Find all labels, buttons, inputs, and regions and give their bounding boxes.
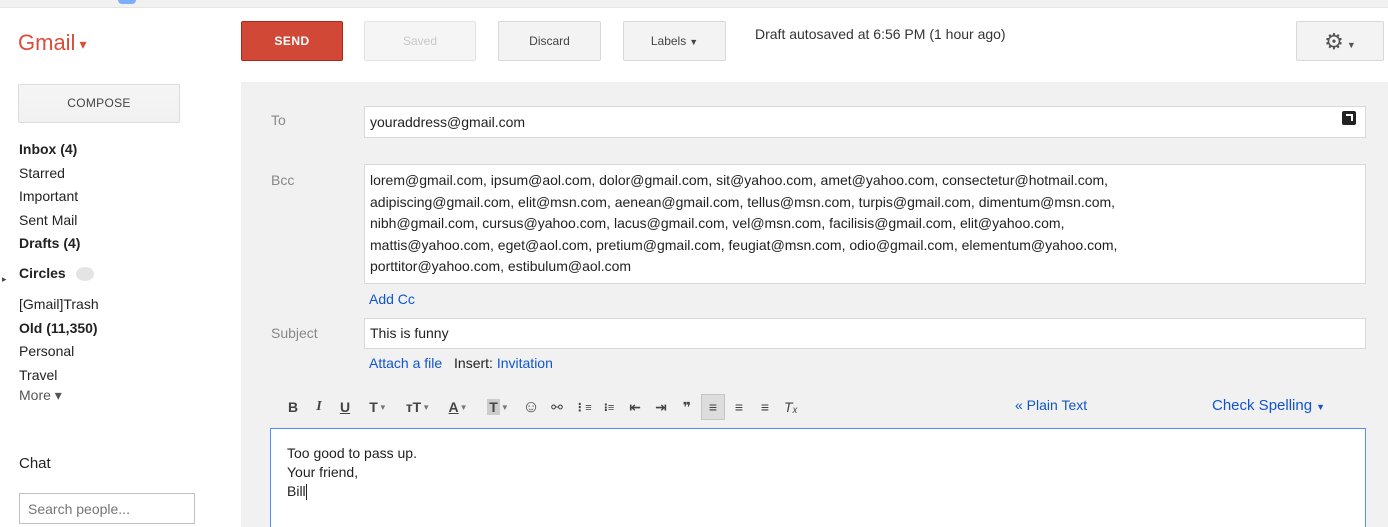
insert-label: Insert: [454,355,493,371]
popout-icon[interactable] [1342,111,1356,125]
to-label: To [271,112,286,128]
add-cc-link[interactable]: Add Cc [369,291,415,307]
formatting-toolbar: B I U T ▼ тT ▼ A ▼ T ▼ ☺ ⚯ ⋮≡ ⁝≡ ⇤ ⇥ ❞ ≡ ≡ ≡… [281,392,805,422]
to-field[interactable]: youraddress@gmail.com [364,106,1366,138]
chevron-down-icon: ▼ [1346,40,1356,50]
gear-icon: ⚙ [1324,29,1344,55]
emoji-icon[interactable]: ☺ [519,394,543,420]
link-icon[interactable]: ⚯ [545,394,569,420]
sidebar-item-important[interactable]: Important [19,185,99,209]
top-bar [0,0,1388,8]
chevron-down-icon: ▼ [500,402,509,412]
sidebar-nav: Inbox (4) Starred Important Sent Mail Dr… [2,138,99,403]
body-text: Bill [287,483,306,499]
circles-icon [75,266,94,281]
labels-label: Labels [650,34,687,48]
bcc-line: adipiscing@gmail.com, elit@msn.com, aene… [370,193,1116,210]
subject-field[interactable]: This is funny [364,318,1366,349]
body-line: Bill [287,482,1349,501]
chevron-down-icon: ▾ [79,35,87,52]
bcc-line: porttitor@yahoo.com, estibulum@aol.com [370,258,632,274]
attach-row: Attach a file Insert: Invitation [369,355,553,371]
sidebar-item-personal[interactable]: Personal [19,340,99,364]
align-left-icon[interactable]: ≡ [701,394,725,420]
font-icon: T [369,399,378,415]
sidebar-item-label: Circles [19,264,66,281]
font-family-button[interactable]: T ▼ [359,394,397,420]
sidebar-item-inbox[interactable]: Inbox (4) [19,138,99,162]
chevron-down-icon: ▼ [378,402,387,412]
underline-icon[interactable]: U [333,394,357,420]
subject-label: Subject [271,325,318,341]
sidebar-item-more[interactable]: More ▾ [19,387,99,403]
align-center-icon[interactable]: ≡ [727,394,751,420]
chat-heading: Chat [19,455,51,472]
check-spelling-button[interactable]: Check Spelling ▼ [1212,397,1325,414]
bold-icon[interactable]: B [281,394,305,420]
settings-button[interactable]: ⚙ ▼ [1296,21,1384,61]
chevron-down-icon: ▼ [689,37,699,47]
check-spelling-label: Check Spelling [1212,397,1313,414]
insert-invitation-link[interactable]: Invitation [497,355,553,371]
bcc-line: lorem@gmail.com, ipsum@aol.com, dolor@gm… [370,172,1109,188]
app-logo: Gmail [18,30,76,55]
bcc-line: mattis@yahoo.com, eget@aol.com, pretium@… [370,236,1118,253]
italic-icon[interactable]: I [307,394,331,420]
sidebar-item-starred[interactable]: Starred [19,162,99,186]
sidebar-item-travel[interactable]: Travel [19,364,99,388]
sidebar-item-sent[interactable]: Sent Mail [19,209,99,233]
account-indicator [118,0,136,4]
sidebar-item-drafts[interactable]: Drafts (4) [19,232,99,256]
attach-file-link[interactable]: Attach a file [369,355,442,371]
indent-icon[interactable]: ⇥ [649,394,673,420]
sidebar-item-trash[interactable]: [Gmail]Trash [19,293,99,317]
text-color-button[interactable]: A ▼ [439,394,477,420]
bcc-field[interactable]: lorem@gmail.com, ipsum@aol.com, dolor@gm… [364,164,1366,284]
body-line: Too good to pass up. [287,445,417,461]
message-body[interactable]: Too good to pass up. Your friend, Bill [270,428,1366,527]
chevron-down-icon: ▼ [459,402,468,412]
bulleted-list-icon[interactable]: ⁝≡ [597,394,621,420]
bcc-label: Bcc [271,172,295,188]
saved-button[interactable]: Saved [364,21,476,61]
autosave-status: Draft autosaved at 6:56 PM (1 hour ago) [755,26,1006,42]
plain-text-link[interactable]: « Plain Text [1015,397,1087,413]
highlight-icon: T [487,399,500,415]
highlight-button[interactable]: T ▼ [479,394,517,420]
font-size-button[interactable]: тT ▼ [399,394,437,420]
numbered-list-icon[interactable]: ⋮≡ [571,394,595,420]
discard-button[interactable]: Discard [498,21,601,61]
bcc-line: nibh@gmail.com, cursus@yahoo.com, lacus@… [370,215,1065,231]
chevron-down-icon: ▼ [422,402,431,412]
chevron-down-icon: ▼ [1316,402,1325,412]
labels-button[interactable]: Labels ▼ [623,21,726,61]
search-people-input[interactable] [19,493,195,524]
send-button[interactable]: SEND [241,21,343,61]
text-color-icon: A [448,399,459,415]
clear-formatting-icon[interactable]: Tₓ [779,394,803,420]
compose-button[interactable]: COMPOSE [18,84,180,123]
font-size-icon: тT [405,399,422,415]
body-line: Your friend, [287,464,359,480]
gmail-menu[interactable]: Gmail ▾ [18,30,86,56]
expand-triangle-icon[interactable]: ▸ [2,268,7,292]
sidebar-item-old[interactable]: Old (11,350) [19,317,99,341]
align-right-icon[interactable]: ≡ [753,394,777,420]
quote-icon[interactable]: ❞ [675,394,699,420]
sidebar-item-circles[interactable]: ▸ Circles [2,262,99,286]
outdent-icon[interactable]: ⇤ [623,394,647,420]
text-cursor [305,484,307,501]
